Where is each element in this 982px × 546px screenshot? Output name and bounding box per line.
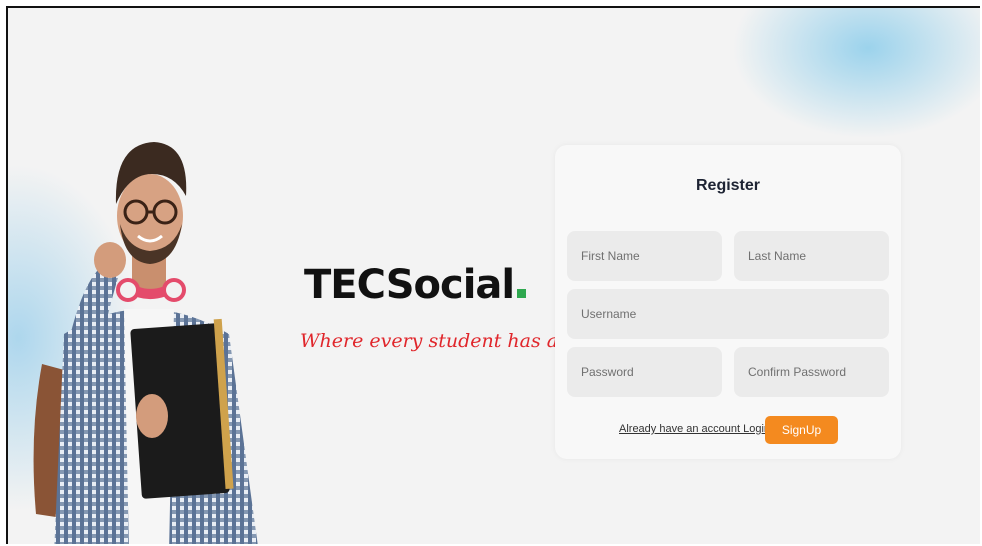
brand-logo: TECSocial xyxy=(304,262,527,308)
register-card: Register Already have an account Login S… xyxy=(555,145,901,459)
student-photo xyxy=(33,142,258,544)
password-input[interactable] xyxy=(567,347,722,397)
register-title: Register xyxy=(695,177,761,194)
confirm-password-input[interactable] xyxy=(734,347,889,397)
first-name-input[interactable] xyxy=(567,231,722,281)
signup-button[interactable]: SignUp xyxy=(765,416,838,444)
page-frame: TECSocial Where every student has a voic… xyxy=(6,6,980,544)
last-name-input[interactable] xyxy=(734,231,889,281)
username-input[interactable] xyxy=(567,289,889,339)
brand-dot-icon xyxy=(517,289,527,298)
login-link[interactable]: Already have an account Login xyxy=(619,423,770,435)
